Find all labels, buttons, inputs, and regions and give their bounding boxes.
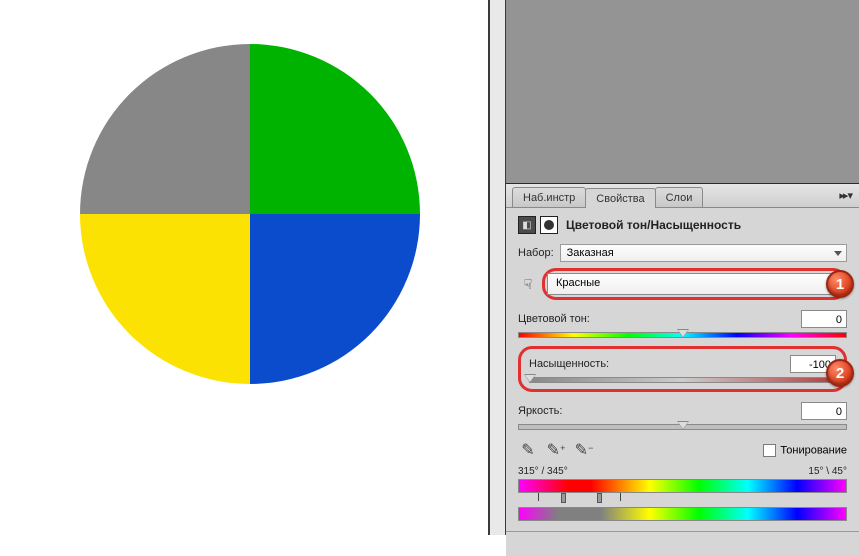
vertical-scrollbar[interactable] — [489, 0, 506, 535]
range-markers[interactable] — [518, 493, 847, 503]
eyedropper-icon[interactable]: ✎ — [518, 440, 538, 460]
tab-tools[interactable]: Наб.инстр — [512, 187, 586, 207]
quadrant-bottom-left — [80, 214, 250, 384]
saturation-thumb[interactable] — [524, 374, 536, 383]
panel-flyout-menu-icon[interactable]: ▸▸ ▾ — [839, 189, 851, 202]
tab-layers[interactable]: Слои — [655, 187, 704, 207]
panel-tabbar: Наб.инстр Свойства Слои ▸▸ ▾ — [506, 184, 859, 208]
panel-title: Цветовой тон/Насыщенность — [566, 218, 741, 232]
color-range-dropdown[interactable]: Красные — [547, 273, 842, 295]
eyedropper-subtract-icon[interactable]: ✎ — [574, 440, 594, 460]
range-left-readout: 315° / 345° — [518, 466, 568, 477]
colorize-label: Тонирование — [780, 444, 847, 456]
annotation-badge-2: 2 — [826, 359, 854, 387]
eyedropper-add-icon[interactable]: ✎ — [546, 440, 566, 460]
spectrum-input-strip[interactable] — [518, 479, 847, 493]
spectrum-output-strip — [518, 507, 847, 521]
quadrant-top-left — [80, 44, 250, 214]
preset-dropdown[interactable]: Заказная — [560, 244, 847, 262]
color-range-value: Красные — [556, 277, 600, 289]
hue-thumb[interactable] — [677, 329, 689, 338]
colorize-checkbox[interactable]: Тонирование — [763, 444, 847, 457]
properties-panel: Наб.инстр Свойства Слои ▸▸ ▾ ◧ Цветовой … — [506, 183, 859, 556]
range-right-readout: 15° \ 45° — [808, 466, 847, 477]
layer-mask-icon[interactable] — [540, 216, 558, 234]
quadrant-bottom-right — [250, 214, 420, 384]
lightness-label: Яркость: — [518, 405, 562, 417]
preset-value: Заказная — [567, 247, 614, 259]
preset-label: Набор: — [518, 247, 554, 259]
saturation-slider[interactable] — [529, 377, 836, 383]
saturation-label: Насыщенность: — [529, 358, 609, 370]
lightness-slider[interactable] — [518, 424, 847, 430]
hue-input[interactable] — [801, 310, 847, 328]
hue-label: Цветовой тон: — [518, 313, 590, 325]
annotation-badge-1: 1 — [826, 270, 854, 298]
lightness-input[interactable] — [801, 402, 847, 420]
hue-slider[interactable] — [518, 332, 847, 338]
divider — [506, 531, 859, 532]
targeted-adjustment-icon[interactable]: ☟ — [518, 276, 538, 293]
lightness-thumb[interactable] — [677, 421, 689, 430]
adjustment-type-icon[interactable]: ◧ — [518, 216, 536, 234]
canvas-area[interactable] — [0, 0, 489, 535]
chevron-down-icon — [834, 251, 842, 256]
quadrant-top-right — [250, 44, 420, 214]
tab-properties[interactable]: Свойства — [585, 188, 655, 208]
sample-circle — [80, 44, 420, 384]
